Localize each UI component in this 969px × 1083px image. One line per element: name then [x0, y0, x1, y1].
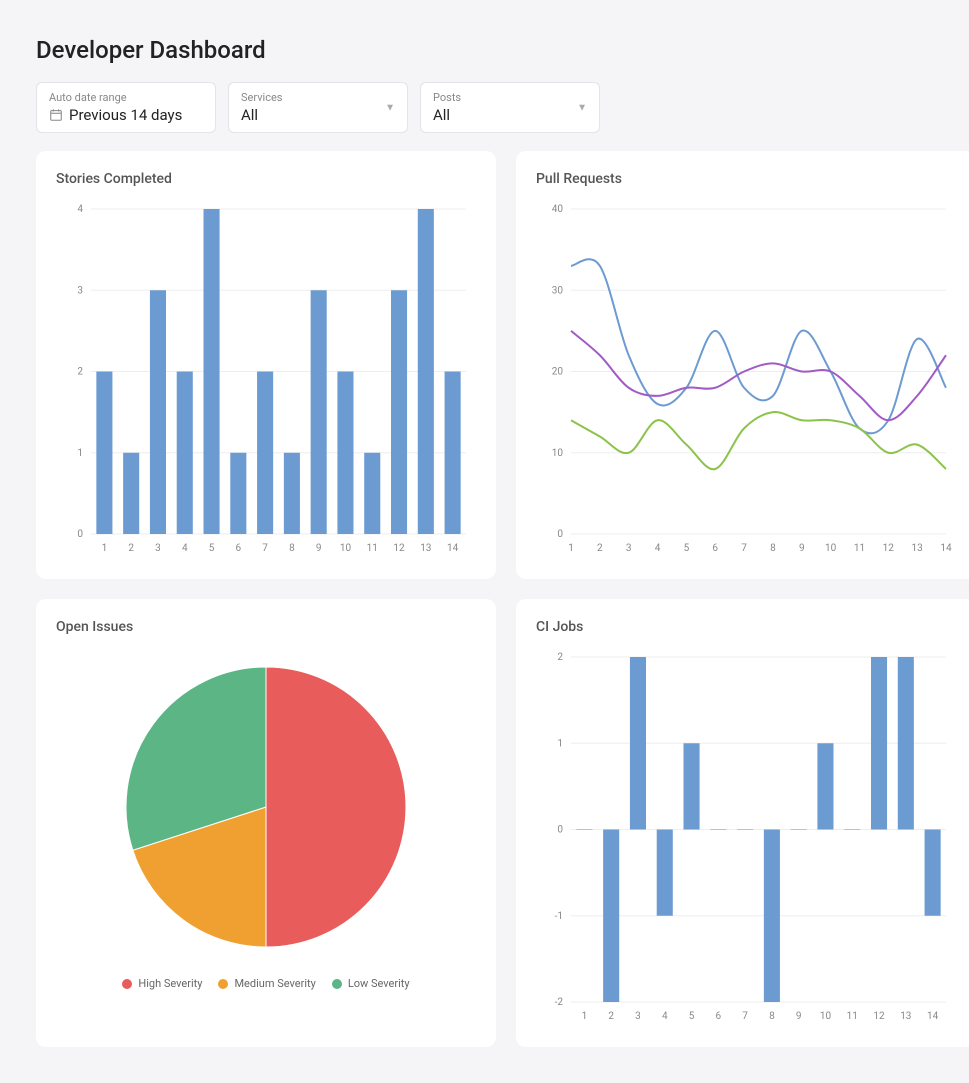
card-title: CI Jobs: [536, 619, 956, 635]
svg-text:7: 7: [262, 543, 268, 554]
issues-card: Open Issues High Severity Medium Severit…: [36, 599, 496, 1047]
legend-item-high: High Severity: [122, 977, 202, 990]
svg-text:12: 12: [883, 543, 895, 554]
svg-text:6: 6: [236, 543, 242, 554]
svg-text:5: 5: [684, 543, 690, 554]
dashboard: Developer Dashboard Auto date range Prev…: [20, 20, 949, 1063]
legend-label: Low Severity: [348, 977, 410, 990]
legend-dot: [122, 979, 132, 989]
svg-text:7: 7: [742, 1011, 748, 1022]
svg-text:2: 2: [77, 367, 83, 378]
svg-text:13: 13: [420, 543, 431, 554]
prs-card: Pull Requests 01020304012345678910111213…: [516, 151, 969, 579]
svg-text:4: 4: [662, 1011, 668, 1022]
ci-chart: -2-10121234567891011121314: [536, 647, 956, 1027]
svg-text:3: 3: [626, 543, 632, 554]
date-range-text: Previous 14 days: [69, 106, 182, 124]
filter-value: All: [433, 106, 587, 124]
svg-text:4: 4: [77, 204, 83, 215]
svg-text:2: 2: [608, 1011, 614, 1022]
svg-text:20: 20: [552, 367, 564, 378]
legend-item-low: Low Severity: [332, 977, 410, 990]
prs-chart: 0102030401234567891011121314: [536, 199, 956, 559]
calendar-icon: [49, 108, 63, 122]
legend-label: High Severity: [138, 977, 202, 990]
svg-text:10: 10: [820, 1011, 832, 1022]
svg-text:-2: -2: [555, 997, 564, 1008]
svg-text:8: 8: [289, 543, 295, 554]
filter-value: Previous 14 days: [49, 106, 203, 124]
stories-chart: 012341234567891011121314: [56, 199, 476, 559]
svg-text:11: 11: [367, 543, 378, 554]
svg-text:7: 7: [741, 543, 747, 554]
issues-chart: [56, 647, 476, 967]
svg-text:6: 6: [712, 543, 718, 554]
svg-text:10: 10: [340, 543, 352, 554]
svg-text:9: 9: [316, 543, 322, 554]
svg-text:30: 30: [552, 285, 564, 296]
svg-text:3: 3: [155, 543, 161, 554]
svg-text:5: 5: [209, 543, 215, 554]
svg-text:13: 13: [900, 1011, 911, 1022]
page-title: Developer Dashboard: [36, 36, 933, 64]
issues-legend: High Severity Medium Severity Low Severi…: [56, 977, 476, 990]
svg-text:10: 10: [552, 448, 564, 459]
svg-text:11: 11: [847, 1011, 858, 1022]
svg-text:1: 1: [582, 1011, 588, 1022]
svg-text:6: 6: [716, 1011, 722, 1022]
chart-grid: Stories Completed 0123412345678910111213…: [36, 151, 933, 1047]
svg-text:1: 1: [557, 738, 563, 749]
svg-text:0: 0: [557, 529, 563, 540]
svg-text:14: 14: [447, 543, 459, 554]
svg-text:0: 0: [557, 825, 563, 836]
posts-filter[interactable]: Posts All ▼: [420, 82, 600, 133]
chevron-down-icon: ▼: [385, 102, 395, 113]
svg-text:9: 9: [799, 543, 805, 554]
svg-text:40: 40: [552, 204, 564, 215]
svg-text:11: 11: [854, 543, 865, 554]
svg-text:2: 2: [557, 652, 563, 663]
svg-text:0: 0: [77, 529, 83, 540]
stories-card: Stories Completed 0123412345678910111213…: [36, 151, 496, 579]
svg-text:8: 8: [770, 543, 776, 554]
svg-text:-1: -1: [555, 911, 563, 922]
filter-label: Auto date range: [49, 91, 203, 104]
card-title: Open Issues: [56, 619, 476, 635]
svg-text:12: 12: [393, 543, 405, 554]
svg-text:1: 1: [77, 448, 83, 459]
svg-text:9: 9: [796, 1011, 802, 1022]
date-range-filter[interactable]: Auto date range Previous 14 days: [36, 82, 216, 133]
svg-text:2: 2: [128, 543, 134, 554]
svg-text:10: 10: [825, 543, 837, 554]
svg-text:3: 3: [77, 285, 83, 296]
svg-text:1: 1: [568, 543, 574, 554]
svg-text:14: 14: [940, 543, 952, 554]
services-filter[interactable]: Services All ▼: [228, 82, 408, 133]
svg-text:4: 4: [182, 543, 188, 554]
svg-text:4: 4: [655, 543, 661, 554]
svg-text:13: 13: [912, 543, 923, 554]
legend-label: Medium Severity: [234, 977, 315, 990]
svg-text:14: 14: [927, 1011, 939, 1022]
svg-text:5: 5: [689, 1011, 695, 1022]
legend-dot: [218, 979, 228, 989]
card-title: Stories Completed: [56, 171, 476, 187]
legend-item-medium: Medium Severity: [218, 977, 315, 990]
card-title: Pull Requests: [536, 171, 956, 187]
chevron-down-icon: ▼: [577, 102, 587, 113]
svg-text:8: 8: [769, 1011, 775, 1022]
ci-card: CI Jobs -2-10121234567891011121314: [516, 599, 969, 1047]
svg-text:3: 3: [635, 1011, 641, 1022]
svg-text:2: 2: [597, 543, 603, 554]
filter-value: All: [241, 106, 395, 124]
filter-bar: Auto date range Previous 14 days Service…: [36, 82, 933, 133]
svg-text:1: 1: [102, 543, 108, 554]
filter-label: Services: [241, 91, 395, 104]
legend-dot: [332, 979, 342, 989]
svg-text:12: 12: [873, 1011, 885, 1022]
filter-label: Posts: [433, 91, 587, 104]
